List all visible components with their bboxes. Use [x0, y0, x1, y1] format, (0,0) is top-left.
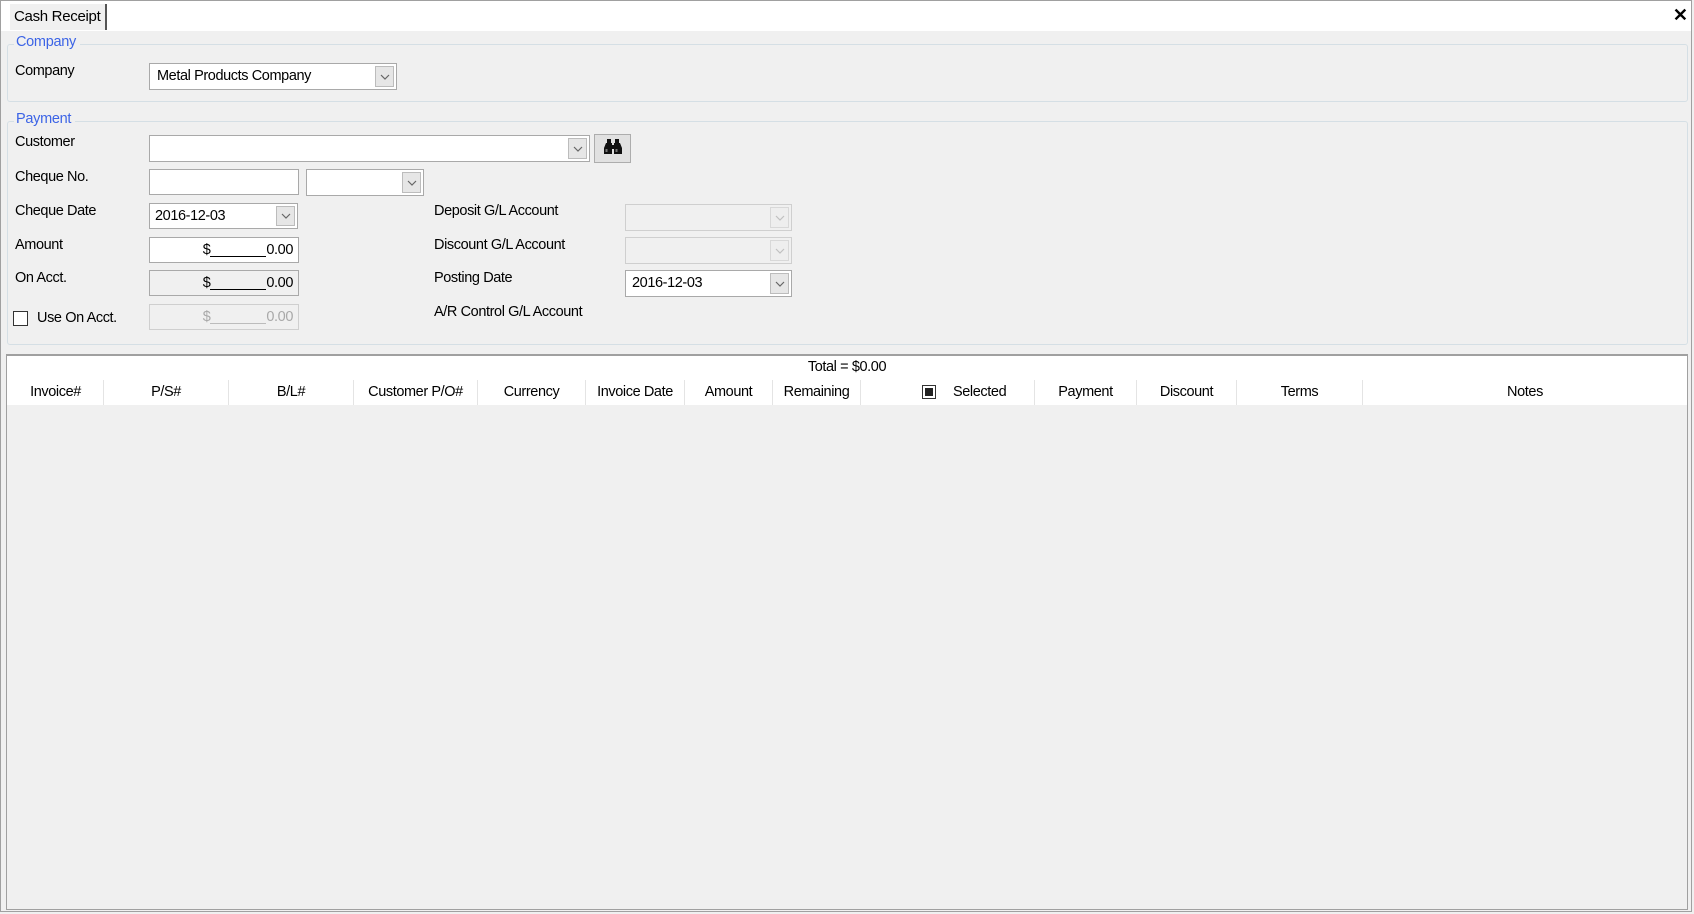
grid-total: Total = $0.00: [807, 359, 887, 375]
chevron-down-icon[interactable]: [375, 66, 394, 87]
chevron-down-icon[interactable]: [770, 273, 789, 294]
use-on-acct-currency: $: [202, 309, 211, 325]
company-dropdown[interactable]: Metal Products Company: [149, 63, 397, 90]
select-all-checkbox[interactable]: [922, 385, 936, 400]
column-header-payment[interactable]: Payment: [1035, 380, 1137, 405]
column-header-currency[interactable]: Currency: [478, 380, 586, 405]
company-group-legend: Company: [14, 34, 80, 50]
column-header-invoice[interactable]: Invoice#: [8, 380, 104, 405]
column-header-terms[interactable]: Terms: [1237, 380, 1363, 405]
cheque-no-input[interactable]: [149, 169, 299, 195]
amount-input[interactable]: $0.00: [149, 237, 299, 263]
column-header-customer-po[interactable]: Customer P/O#: [354, 380, 478, 405]
tab-cash-receipt[interactable]: Cash Receipt: [10, 4, 108, 30]
payment-group-legend: Payment: [14, 111, 76, 127]
chevron-down-icon: [770, 240, 789, 261]
chevron-down-icon[interactable]: [568, 138, 587, 159]
cheque-no-label: Cheque No.: [15, 169, 89, 185]
customer-label: Customer: [15, 134, 75, 150]
close-icon[interactable]: ✕: [1673, 5, 1688, 25]
chevron-down-icon: [770, 207, 789, 228]
company-dropdown-value: Metal Products Company: [157, 68, 311, 84]
cheque-date-label: Cheque Date: [15, 203, 97, 219]
customer-search-button[interactable]: [594, 134, 631, 163]
use-on-acct-money: $0.00: [202, 305, 294, 329]
use-on-acct-label[interactable]: Use On Acct.: [37, 310, 117, 326]
column-header-selected-label: Selected: [953, 384, 1007, 400]
amount-value: 0.00: [266, 242, 293, 258]
binoculars-icon: [603, 139, 623, 158]
cheque-type-combobox[interactable]: [306, 169, 424, 196]
on-acct-money: $0.00: [202, 271, 294, 295]
column-header-bl[interactable]: B/L#: [229, 380, 354, 405]
on-acct-currency: $: [202, 275, 211, 291]
column-header-discount[interactable]: Discount: [1137, 380, 1237, 405]
discount-gl-label: Discount G/L Account: [434, 237, 565, 253]
cheque-date-picker[interactable]: 2016-12-03: [149, 203, 298, 229]
on-acct-label: On Acct.: [15, 270, 67, 286]
deposit-gl-combobox: [625, 204, 792, 231]
ar-control-gl-label: A/R Control G/L Account: [434, 304, 583, 320]
column-header-amount[interactable]: Amount: [685, 380, 773, 405]
on-acct-value: 0.00: [266, 275, 293, 291]
posting-date-picker[interactable]: 2016-12-03: [625, 270, 792, 297]
amount-currency: $: [202, 242, 211, 258]
posting-date-value: 2016-12-03: [632, 275, 703, 291]
tab-strip: [1, 1, 1691, 31]
column-header-selected[interactable]: Selected: [861, 380, 1035, 405]
use-on-acct-value: 0.00: [266, 309, 293, 325]
company-label: Company: [15, 63, 75, 79]
amount-money: $0.00: [202, 238, 294, 262]
amount-label: Amount: [15, 237, 63, 253]
on-acct-field: $0.00: [149, 270, 299, 296]
invoice-grid[interactable]: [6, 354, 1688, 910]
cheque-date-value: 2016-12-03: [155, 208, 226, 224]
column-header-ps[interactable]: P/S#: [104, 380, 229, 405]
column-header-invoice-date[interactable]: Invoice Date: [586, 380, 685, 405]
chevron-down-icon[interactable]: [276, 206, 295, 226]
discount-gl-combobox: [625, 237, 792, 264]
chevron-down-icon[interactable]: [402, 172, 421, 193]
column-header-notes[interactable]: Notes: [1363, 380, 1687, 405]
customer-combobox[interactable]: [149, 135, 590, 162]
use-on-acct-checkbox[interactable]: [13, 311, 28, 326]
column-header-remaining[interactable]: Remaining: [773, 380, 861, 405]
use-on-acct-field: $0.00: [149, 304, 299, 330]
posting-date-label: Posting Date: [434, 270, 513, 286]
deposit-gl-label: Deposit G/L Account: [434, 203, 559, 219]
